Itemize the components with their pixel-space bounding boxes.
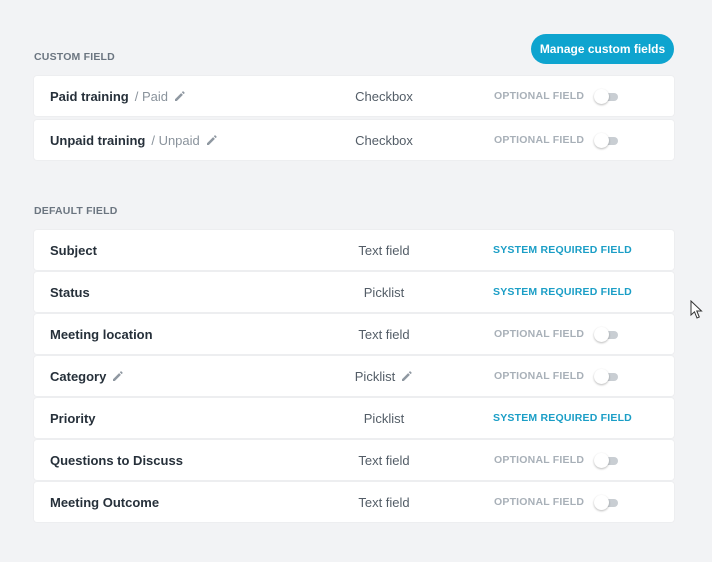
manage-custom-fields-button[interactable]: Manage custom fields <box>531 34 674 64</box>
default-field-row-status: Status Picklist SYSTEM REQUIRED FIELD <box>34 272 674 312</box>
default-field-row-subject: Subject Text field SYSTEM REQUIRED FIELD <box>34 230 674 270</box>
optional-field-status: OPTIONAL FIELD <box>494 134 585 146</box>
field-type-label: Text field <box>358 452 410 468</box>
field-type-label: Checkbox <box>355 88 413 104</box>
field-type: Text field <box>324 482 444 522</box>
field-name: Priority <box>50 398 96 438</box>
field-type-label: Picklist <box>363 284 405 300</box>
optional-field-toggle[interactable] <box>594 327 618 342</box>
default-field-heading: DEFAULT FIELD <box>34 205 118 217</box>
field-type-label: Checkbox <box>355 132 413 148</box>
field-name-label: Meeting location <box>50 326 153 342</box>
optional-field-status: OPTIONAL FIELD <box>494 454 585 466</box>
field-type: Text field <box>324 314 444 354</box>
pencil-icon[interactable] <box>206 134 218 146</box>
default-field-row-questions-to-discuss: Questions to Discuss Text field OPTIONAL… <box>34 440 674 480</box>
field-name: Subject <box>50 230 97 270</box>
optional-field-status: OPTIONAL FIELD <box>494 370 585 382</box>
field-settings-page: CUSTOM FIELD Manage custom fields Paid t… <box>0 0 712 562</box>
field-name-label: Subject <box>50 242 97 258</box>
field-name-label: Status <box>50 284 90 300</box>
default-field-row-meeting-outcome: Meeting Outcome Text field OPTIONAL FIEL… <box>34 482 674 522</box>
pencil-icon[interactable] <box>112 370 124 382</box>
field-type: Picklist <box>324 398 444 438</box>
field-name-label: Priority <box>50 410 96 426</box>
custom-field-row-paid-training: Paid training / Paid Checkbox OPTIONAL F… <box>34 76 674 116</box>
field-name-label: Questions to Discuss <box>50 452 183 468</box>
optional-field-toggle[interactable] <box>594 369 618 384</box>
optional-field-status: OPTIONAL FIELD <box>494 496 585 508</box>
pencil-icon[interactable] <box>401 370 413 382</box>
field-name: Meeting Outcome <box>50 482 159 522</box>
default-field-row-priority: Priority Picklist SYSTEM REQUIRED FIELD <box>34 398 674 438</box>
system-required-status: SYSTEM REQUIRED FIELD <box>493 412 632 424</box>
field-type: Picklist <box>324 356 444 396</box>
field-type: Checkbox <box>324 76 444 116</box>
custom-field-row-unpaid-training: Unpaid training / Unpaid Checkbox OPTION… <box>34 120 674 160</box>
custom-field-heading: CUSTOM FIELD <box>34 51 115 63</box>
field-name-label: Meeting Outcome <box>50 494 160 510</box>
field-type-label: Picklist <box>354 368 396 384</box>
system-required-status: SYSTEM REQUIRED FIELD <box>493 244 632 256</box>
field-name: Category <box>50 356 124 396</box>
field-type-label: Picklist <box>363 410 405 426</box>
field-name: Status <box>50 272 90 312</box>
field-type: Picklist <box>324 272 444 312</box>
field-type: Text field <box>324 230 444 270</box>
optional-field-toggle[interactable] <box>594 89 618 104</box>
field-name: Paid training / Paid <box>50 76 186 116</box>
optional-field-status: OPTIONAL FIELD <box>494 90 585 102</box>
field-name-label: Paid training <box>50 88 129 104</box>
optional-field-status: OPTIONAL FIELD <box>494 328 585 340</box>
system-required-status: SYSTEM REQUIRED FIELD <box>493 286 632 298</box>
field-api-name: / Unpaid <box>151 132 200 148</box>
default-field-row-category: Category Picklist OPTIONAL FIELD <box>34 356 674 396</box>
pencil-icon[interactable] <box>174 90 186 102</box>
default-field-row-meeting-location: Meeting location Text field OPTIONAL FIE… <box>34 314 674 354</box>
field-type-label: Text field <box>358 326 410 342</box>
field-name: Questions to Discuss <box>50 440 183 480</box>
field-name: Unpaid training / Unpaid <box>50 120 218 160</box>
optional-field-toggle[interactable] <box>594 133 618 148</box>
field-type: Checkbox <box>324 120 444 160</box>
custom-field-list: Paid training / Paid Checkbox OPTIONAL F… <box>34 76 674 164</box>
field-type: Text field <box>324 440 444 480</box>
field-api-name: / Paid <box>134 88 168 104</box>
field-type-label: Text field <box>358 494 410 510</box>
field-name-label: Category <box>50 368 107 384</box>
field-name: Meeting location <box>50 314 153 354</box>
optional-field-toggle[interactable] <box>594 495 618 510</box>
field-name-label: Unpaid training <box>50 132 146 148</box>
field-type-label: Text field <box>358 242 410 258</box>
optional-field-toggle[interactable] <box>594 453 618 468</box>
mouse-pointer-icon <box>690 300 703 319</box>
default-field-list: Subject Text field SYSTEM REQUIRED FIELD… <box>34 230 674 524</box>
